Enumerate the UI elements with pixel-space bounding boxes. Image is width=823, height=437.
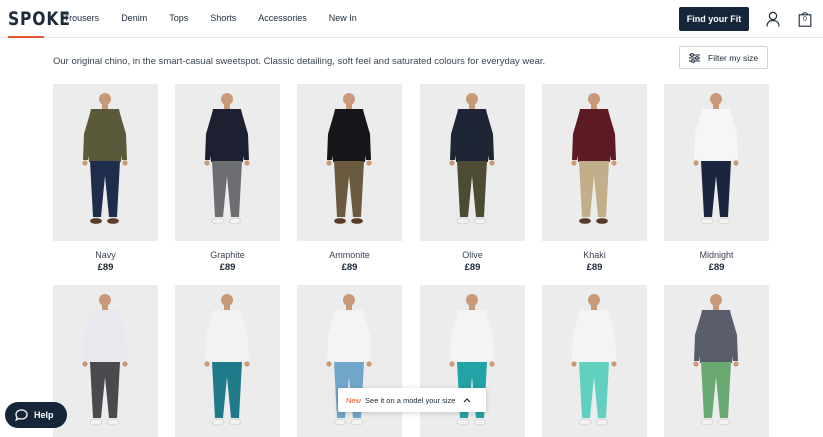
see-on-model-label: See it on a model your size bbox=[365, 395, 456, 405]
user-icon[interactable] bbox=[766, 11, 780, 27]
product-price: £89 bbox=[97, 262, 114, 273]
model-figure bbox=[326, 93, 372, 225]
product-card[interactable] bbox=[664, 285, 769, 437]
product-photo[interactable] bbox=[420, 285, 525, 437]
product-card[interactable]: Ammonite £89 bbox=[297, 84, 402, 273]
product-price: £89 bbox=[219, 262, 236, 273]
product-photo[interactable] bbox=[664, 84, 769, 241]
product-name: Ammonite bbox=[329, 250, 370, 260]
nav-item-shorts[interactable]: Shorts bbox=[210, 13, 236, 23]
product-photo[interactable] bbox=[542, 84, 647, 241]
product-card[interactable]: Midnight £89 bbox=[664, 84, 769, 273]
product-price: £89 bbox=[341, 262, 358, 273]
see-on-model-toggle[interactable]: New See it on a model your size bbox=[338, 388, 486, 412]
product-price: £89 bbox=[586, 262, 603, 273]
spoke-logo[interactable]: SPOKE bbox=[8, 8, 71, 30]
filter-label: Filter my size bbox=[708, 52, 759, 63]
product-photo[interactable] bbox=[175, 84, 280, 241]
product-name: Khaki bbox=[583, 250, 606, 260]
nav-item-denim[interactable]: Denim bbox=[121, 13, 147, 23]
product-card[interactable] bbox=[297, 285, 402, 437]
product-photo[interactable] bbox=[53, 84, 158, 241]
model-figure bbox=[571, 93, 617, 225]
product-card[interactable] bbox=[53, 285, 158, 437]
collection-description: Our original chino, in the smart-casual … bbox=[53, 56, 546, 67]
model-figure bbox=[693, 294, 739, 426]
main-nav: Trousers Denim Tops Shorts Accessories N… bbox=[64, 13, 379, 23]
product-photo[interactable] bbox=[664, 285, 769, 437]
product-photo[interactable] bbox=[53, 285, 158, 437]
product-name: Navy bbox=[95, 250, 116, 260]
model-figure bbox=[449, 93, 495, 225]
bag-count: 0 bbox=[803, 16, 807, 23]
product-photo[interactable] bbox=[297, 84, 402, 241]
product-card[interactable]: Navy £89 bbox=[53, 84, 158, 273]
model-figure bbox=[326, 294, 372, 426]
find-your-fit-button[interactable]: Find your Fit bbox=[679, 7, 749, 31]
product-card[interactable] bbox=[542, 285, 647, 437]
filter-my-size-button[interactable]: Filter my size bbox=[679, 46, 768, 69]
nav-item-tops[interactable]: Tops bbox=[169, 13, 188, 23]
logo-underline bbox=[8, 36, 44, 38]
product-price: £89 bbox=[464, 262, 481, 273]
product-card[interactable]: Graphite £89 bbox=[175, 84, 280, 273]
nav-item-trousers[interactable]: Trousers bbox=[64, 13, 99, 23]
product-name: Graphite bbox=[210, 250, 245, 260]
product-photo[interactable] bbox=[420, 84, 525, 241]
model-figure bbox=[693, 93, 739, 225]
site-header: SPOKE Trousers Denim Tops Shorts Accesso… bbox=[0, 0, 823, 38]
model-figure bbox=[449, 294, 495, 426]
product-card[interactable] bbox=[175, 285, 280, 437]
new-badge: New bbox=[346, 395, 362, 405]
model-figure bbox=[82, 93, 128, 225]
product-photo[interactable] bbox=[175, 285, 280, 437]
product-photo[interactable] bbox=[297, 285, 402, 437]
chat-icon bbox=[15, 409, 28, 421]
model-figure bbox=[82, 294, 128, 426]
sliders-icon bbox=[689, 52, 700, 63]
help-button[interactable]: Help bbox=[5, 402, 67, 428]
product-photo[interactable] bbox=[542, 285, 647, 437]
product-price: £89 bbox=[708, 262, 725, 273]
help-label: Help bbox=[34, 410, 54, 420]
model-figure bbox=[204, 294, 250, 426]
model-figure bbox=[204, 93, 250, 225]
product-name: Midnight bbox=[699, 250, 734, 260]
product-name: Olive bbox=[462, 250, 483, 260]
nav-item-accessories[interactable]: Accessories bbox=[258, 13, 307, 23]
nav-item-new-in[interactable]: New In bbox=[329, 13, 357, 23]
bag-icon[interactable]: 0 bbox=[798, 10, 812, 27]
product-card[interactable] bbox=[420, 285, 525, 437]
product-card[interactable]: Khaki £89 bbox=[542, 84, 647, 273]
product-card[interactable]: Olive £89 bbox=[420, 84, 525, 273]
model-figure bbox=[571, 294, 617, 426]
chevron-up-icon bbox=[464, 398, 471, 403]
